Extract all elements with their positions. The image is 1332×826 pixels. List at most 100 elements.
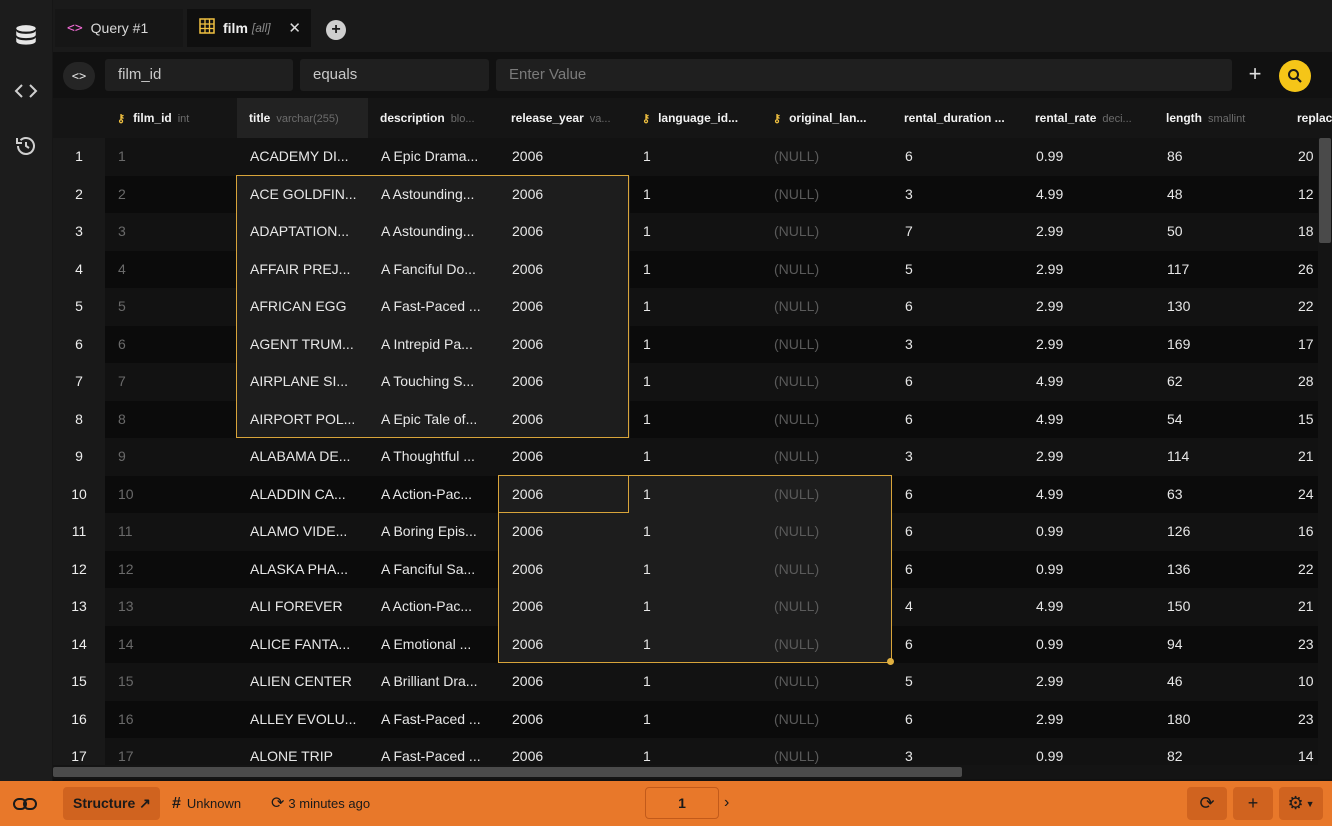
cell-rental-duration[interactable]: 3: [892, 326, 1023, 364]
cell-replace[interactable]: 10: [1285, 663, 1314, 701]
cell-language-id[interactable]: 1: [630, 138, 761, 176]
column-header[interactable]: ⚷ language_id...: [630, 98, 761, 138]
cell-language-id[interactable]: 1: [630, 513, 761, 551]
cell-film-id[interactable]: 16: [105, 701, 237, 739]
row-number[interactable]: 11: [53, 513, 105, 551]
cell-description[interactable]: A Thoughtful ...: [368, 438, 499, 476]
cell-original-language[interactable]: (NULL): [761, 213, 892, 251]
cell-release-year[interactable]: 2006: [499, 625, 630, 663]
cell-rental-duration[interactable]: 3: [892, 738, 1023, 765]
cell-original-language[interactable]: (NULL): [761, 701, 892, 739]
horizontal-scroll-thumb[interactable]: [53, 767, 962, 777]
cell-title[interactable]: ALIEN CENTER: [237, 663, 368, 701]
cell-rental-duration[interactable]: 6: [892, 138, 1023, 176]
cell-length[interactable]: 169: [1154, 326, 1285, 364]
cell-release-year[interactable]: 2006: [499, 363, 630, 401]
cell-description[interactable]: A Fanciful Sa...: [368, 551, 499, 589]
cell-description[interactable]: A Epic Drama...: [368, 138, 499, 176]
cell-description[interactable]: A Fanciful Do...: [368, 250, 499, 288]
cell-film-id[interactable]: 15: [105, 663, 237, 701]
row-number[interactable]: 1: [53, 138, 105, 176]
cell-description[interactable]: A Boring Epis...: [368, 513, 499, 551]
row-number[interactable]: 10: [53, 475, 105, 513]
refresh-button[interactable]: ⟳: [1187, 787, 1227, 820]
row-number[interactable]: 4: [53, 250, 105, 288]
cell-film-id[interactable]: 3: [105, 213, 237, 251]
cell-title[interactable]: ALADDIN CA...: [237, 476, 368, 514]
cell-description[interactable]: A Intrepid Pa...: [368, 325, 499, 363]
cell-rental-duration[interactable]: 3: [892, 176, 1023, 214]
cell-film-id[interactable]: 13: [105, 588, 237, 626]
cell-release-year[interactable]: 2006: [499, 663, 630, 701]
cell-original-language[interactable]: (NULL): [761, 138, 892, 176]
cell-rental-rate[interactable]: 4.99: [1023, 401, 1154, 439]
cell-original-language[interactable]: (NULL): [761, 625, 892, 663]
row-number[interactable]: 3: [53, 213, 105, 251]
add-filter-button[interactable]: +: [1244, 62, 1266, 86]
cell-original-language[interactable]: (NULL): [761, 288, 892, 326]
cell-title[interactable]: ALLEY EVOLU...: [237, 701, 368, 739]
cell-language-id[interactable]: 1: [630, 625, 761, 663]
database-icon[interactable]: [10, 20, 42, 52]
cell-title[interactable]: ALABAMA DE...: [237, 438, 368, 476]
table-row[interactable]: 17 17 ALONE TRIP A Fast-Paced ... 2006 1 (NULL…: [53, 738, 1332, 765]
cell-film-id[interactable]: 4: [105, 251, 237, 289]
cell-description[interactable]: A Fast-Paced ...: [368, 738, 499, 765]
table-row[interactable]: 16 16 ALLEY EVOLU... A Fast-Paced ... 2006 1(…: [53, 700, 1332, 739]
table-row[interactable]: 4 4 AFFAIR PREJ... A Fanciful Do... 2006 1 (NU…: [53, 250, 1332, 289]
cell-replace[interactable]: 14: [1285, 738, 1314, 765]
cell-original-language[interactable]: (NULL): [761, 176, 892, 214]
cell-language-id[interactable]: 1: [630, 588, 761, 626]
cell-release-year[interactable]: 2006: [499, 550, 630, 588]
cell-original-language[interactable]: (NULL): [761, 251, 892, 289]
cell-rental-duration[interactable]: 4: [892, 588, 1023, 626]
cell-replace[interactable]: 17: [1285, 326, 1314, 364]
row-number[interactable]: 8: [53, 400, 105, 438]
cell-release-year[interactable]: 2006: [499, 475, 630, 513]
table-row[interactable]: 8 8 AIRPORT POL... A Epic Tale of... 2006 1 (N…: [53, 400, 1332, 439]
row-number[interactable]: 13: [53, 588, 105, 626]
link-icon[interactable]: [12, 793, 38, 815]
cell-original-language[interactable]: (NULL): [761, 475, 892, 513]
cell-film-id[interactable]: 11: [105, 513, 237, 551]
cell-rental-rate[interactable]: 2.99: [1023, 213, 1154, 251]
cell-rental-duration[interactable]: 6: [892, 513, 1023, 551]
cell-original-language[interactable]: (NULL): [761, 326, 892, 364]
close-icon[interactable]: ✕: [288, 19, 301, 37]
table-row[interactable]: 10 10 ALADDIN CA... A Action-Pac... 2006 1 (NU…: [53, 475, 1332, 514]
cell-film-id[interactable]: 9: [105, 438, 237, 476]
cell-film-id[interactable]: 10: [105, 476, 237, 514]
cell-replace[interactable]: 22: [1285, 288, 1314, 326]
cell-replace[interactable]: 12: [1285, 176, 1314, 214]
row-number[interactable]: 17: [53, 738, 105, 765]
cell-description[interactable]: A Epic Tale of...: [368, 400, 499, 438]
cell-release-year[interactable]: 2006: [499, 213, 630, 251]
cell-original-language[interactable]: (NULL): [761, 588, 892, 626]
cell-original-language[interactable]: (NULL): [761, 401, 892, 439]
cell-language-id[interactable]: 1: [630, 663, 761, 701]
table-row[interactable]: 7 7 AIRPLANE SI... A Touching S... 2006 1 (NUL…: [53, 363, 1332, 401]
cell-length[interactable]: 82: [1154, 738, 1285, 765]
cell-rental-duration[interactable]: 5: [892, 663, 1023, 701]
cell-release-year[interactable]: 2006: [499, 400, 630, 438]
table-row[interactable]: 2 2 ACE GOLDFIN... A Astounding... 2006 1 (NUL…: [53, 175, 1332, 214]
cell-replace[interactable]: 26: [1285, 251, 1314, 289]
settings-button[interactable]: ⚙ ▼: [1279, 787, 1323, 820]
column-header[interactable]: release_year va...: [499, 98, 630, 138]
cell-rental-rate[interactable]: 0.99: [1023, 138, 1154, 176]
cell-replace[interactable]: 28: [1285, 363, 1314, 401]
cell-original-language[interactable]: (NULL): [761, 363, 892, 401]
cell-language-id[interactable]: 1: [630, 701, 761, 739]
filter-value-input[interactable]: Enter Value: [496, 59, 1232, 91]
cell-rental-rate[interactable]: 0.99: [1023, 738, 1154, 765]
cell-description[interactable]: A Touching S...: [368, 363, 499, 401]
cell-length[interactable]: 114: [1154, 438, 1285, 476]
table-row[interactable]: 3 3 ADAPTATION... A Astounding... 2006 1 (NULL…: [53, 213, 1332, 251]
cell-title[interactable]: ACE GOLDFIN...: [237, 175, 368, 213]
cell-original-language[interactable]: (NULL): [761, 738, 892, 765]
cell-length[interactable]: 46: [1154, 663, 1285, 701]
cell-length[interactable]: 130: [1154, 288, 1285, 326]
cell-description[interactable]: A Brilliant Dra...: [368, 663, 499, 701]
cell-rental-rate[interactable]: 4.99: [1023, 476, 1154, 514]
cell-film-id[interactable]: 2: [105, 176, 237, 214]
